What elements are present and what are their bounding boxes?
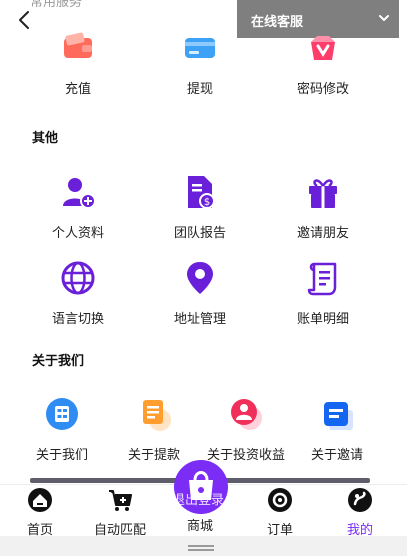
tab-label: 商城	[186, 519, 213, 534]
home-icon	[28, 488, 52, 512]
withdraw-doc-icon	[143, 400, 171, 431]
support-dropdown-label: 在线客服	[251, 15, 304, 30]
about-label: 关于提款	[127, 448, 180, 463]
tab-home[interactable]: 首页	[0, 485, 80, 538]
other-label: 账单明细	[296, 312, 349, 327]
tab-orders[interactable]: 订单	[240, 485, 320, 538]
service-withdraw[interactable]: 提现	[150, 30, 250, 97]
about-label: 关于我们	[35, 448, 88, 463]
other-item-team-report[interactable]: $ 团队报告	[150, 174, 250, 241]
about-item-investment[interactable]: 关于投资收益	[196, 396, 296, 463]
service-password[interactable]: 密码修改	[273, 30, 373, 97]
other-item-address[interactable]: 地址管理	[150, 260, 250, 327]
service-label: 密码修改	[296, 82, 349, 97]
report-icon: $	[188, 176, 215, 209]
about-item-invitation[interactable]: 关于邀请	[287, 396, 387, 463]
other-item-language[interactable]: 语言切换	[28, 260, 128, 327]
other-label: 团队报告	[173, 226, 226, 241]
about-label: 关于投资收益	[206, 448, 285, 463]
invest-user-icon	[231, 399, 262, 430]
service-label: 充值	[64, 82, 91, 97]
drag-handle-icon[interactable]	[188, 545, 214, 547]
about-label: 关于邀请	[310, 448, 363, 463]
order-icon	[268, 488, 292, 512]
gift-icon	[309, 179, 337, 208]
about-item-withdrawal[interactable]: 关于提款	[104, 396, 204, 463]
other-label: 语言切换	[51, 312, 104, 327]
chevron-down-icon	[379, 15, 389, 22]
other-label: 邀请朋友	[296, 226, 349, 241]
grid-doc-icon	[46, 398, 78, 430]
section-title-about: 关于我们	[32, 354, 85, 369]
service-recharge[interactable]: 充值	[28, 30, 128, 97]
card-icon	[185, 38, 215, 58]
profile-icon	[348, 488, 372, 512]
bottom-handle-area	[0, 536, 407, 556]
svg-text:$: $	[204, 197, 210, 208]
about-item-about-us[interactable]: 关于我们	[12, 396, 112, 463]
wallet-icon	[64, 32, 92, 58]
other-item-invite-friends[interactable]: 邀请朋友	[273, 174, 373, 241]
section-title-services: 常用服务	[30, 0, 83, 10]
other-label: 个人资料	[51, 226, 104, 241]
user-add-icon	[63, 178, 96, 209]
tab-mine[interactable]: 我的	[320, 485, 400, 538]
globe-icon	[61, 261, 95, 295]
section-title-other: 其他	[32, 131, 59, 146]
service-label: 提现	[186, 82, 213, 97]
bill-scroll-icon	[307, 262, 337, 296]
tab-auto-match[interactable]: 自动匹配	[80, 485, 160, 538]
shield-lock-icon	[311, 36, 335, 60]
back-arrow-icon[interactable]	[14, 9, 34, 31]
other-item-bill[interactable]: 账单明细	[273, 260, 373, 327]
other-item-profile[interactable]: 个人资料	[28, 174, 128, 241]
cart-add-icon	[109, 490, 132, 511]
invite-clipboard-icon	[324, 402, 353, 430]
other-label: 地址管理	[173, 312, 226, 327]
location-pin-icon	[187, 262, 213, 294]
logout-ghost-text: 退出登录	[172, 493, 225, 508]
